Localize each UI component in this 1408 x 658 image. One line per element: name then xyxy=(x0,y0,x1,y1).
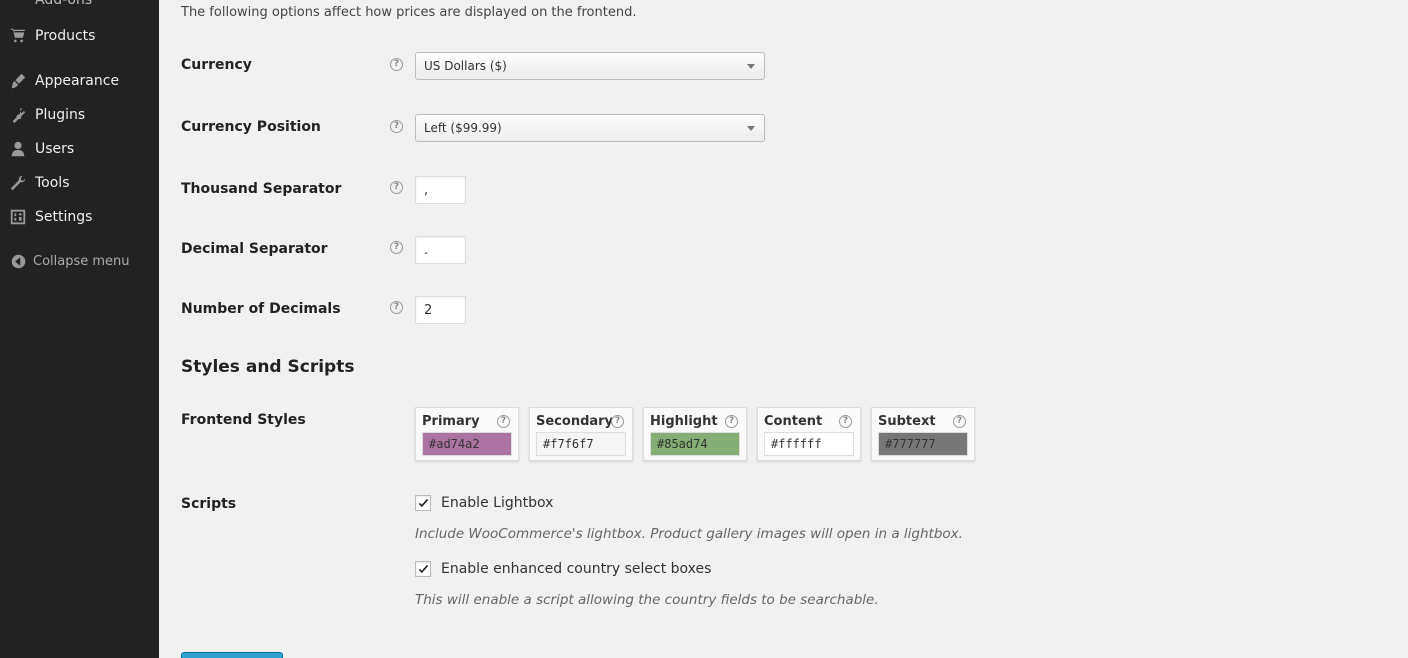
help-icon[interactable]: ? xyxy=(390,301,403,314)
color-picker-secondary: Secondary ? #f7f6f7 xyxy=(529,407,633,461)
color-label: Secondary xyxy=(536,414,614,429)
sidebar-item-label: Plugins xyxy=(35,107,86,123)
currency-position-label: Currency Position xyxy=(181,119,321,135)
enable-lightbox-option[interactable]: Enable Lightbox xyxy=(415,495,553,511)
chevron-down-icon xyxy=(747,126,755,131)
enable-country-select-label: Enable enhanced country select boxes xyxy=(441,561,712,577)
wrench-icon xyxy=(8,173,28,193)
enable-lightbox-checkbox[interactable] xyxy=(415,495,431,511)
color-input[interactable]: #ad74a2 xyxy=(422,432,512,456)
sidebar-item-addons[interactable]: Add-ons xyxy=(0,0,159,17)
enable-country-select-option[interactable]: Enable enhanced country select boxes xyxy=(415,561,711,577)
country-select-description: This will enable a script allowing the c… xyxy=(415,592,879,608)
thousand-separator-input[interactable]: , xyxy=(415,176,466,204)
currency-select-value: US Dollars ($) xyxy=(424,59,507,73)
thousand-separator-label: Thousand Separator xyxy=(181,181,342,197)
currency-position-select-value: Left ($99.99) xyxy=(424,121,502,135)
sidebar-item-label: Appearance xyxy=(35,73,120,89)
scripts-label: Scripts xyxy=(181,496,237,512)
number-of-decimals-input[interactable]: 2 xyxy=(415,296,466,324)
sidebar-item-label: Add-ons xyxy=(35,0,93,8)
color-label: Content xyxy=(764,414,823,429)
help-icon[interactable]: ? xyxy=(497,415,510,428)
color-label: Subtext xyxy=(878,414,936,429)
color-picker-highlight: Highlight ? #85ad74 xyxy=(643,407,747,461)
help-icon[interactable]: ? xyxy=(390,181,403,194)
currency-label: Currency xyxy=(181,57,252,73)
number-of-decimals-label: Number of Decimals xyxy=(181,301,341,317)
sidebar-item-users[interactable]: Users xyxy=(0,132,159,166)
help-icon[interactable]: ? xyxy=(390,58,403,71)
help-icon[interactable]: ? xyxy=(725,415,738,428)
help-icon[interactable]: ? xyxy=(953,415,966,428)
collapse-arrow-icon xyxy=(8,251,28,271)
brush-icon xyxy=(8,71,28,91)
sidebar-item-appearance[interactable]: Appearance xyxy=(0,64,159,98)
chevron-down-icon xyxy=(747,64,755,69)
color-input[interactable]: #ffffff xyxy=(764,432,854,456)
color-label: Highlight xyxy=(650,414,718,429)
currency-select[interactable]: US Dollars ($) xyxy=(415,52,765,80)
checkmark-icon xyxy=(418,564,428,573)
sidebar-item-label: Products xyxy=(35,28,96,44)
lightbox-description: Include WooCommerce's lightbox. Product … xyxy=(415,526,963,542)
color-input[interactable]: #85ad74 xyxy=(650,432,740,456)
help-icon[interactable]: ? xyxy=(390,241,403,254)
user-icon xyxy=(8,139,28,159)
color-input[interactable]: #777777 xyxy=(878,432,968,456)
help-icon[interactable]: ? xyxy=(390,120,403,133)
color-picker-primary: Primary ? #ad74a2 xyxy=(415,407,519,461)
sidebar-item-label: Tools xyxy=(35,175,70,191)
decimal-separator-label: Decimal Separator xyxy=(181,241,328,257)
color-picker-subtext: Subtext ? #777777 xyxy=(871,407,975,461)
settings-icon xyxy=(8,207,28,227)
cart-icon xyxy=(8,26,28,46)
admin-sidebar: Add-ons Products Appearance Plugins User… xyxy=(0,0,159,658)
currency-position-select[interactable]: Left ($99.99) xyxy=(415,114,765,142)
checkmark-icon xyxy=(418,498,428,507)
enable-country-select-checkbox[interactable] xyxy=(415,561,431,577)
collapse-menu-label: Collapse menu xyxy=(33,253,130,269)
sidebar-item-products[interactable]: Products xyxy=(0,19,159,53)
save-changes-button[interactable] xyxy=(181,652,283,658)
section-heading: Styles and Scripts xyxy=(181,357,355,377)
help-icon[interactable]: ? xyxy=(611,415,624,428)
sidebar-item-plugins[interactable]: Plugins xyxy=(0,98,159,132)
section-intro: The following options affect how prices … xyxy=(181,5,637,20)
sidebar-item-tools[interactable]: Tools xyxy=(0,166,159,200)
collapse-menu-button[interactable]: Collapse menu xyxy=(0,244,159,278)
color-input[interactable]: #f7f6f7 xyxy=(536,432,626,456)
frontend-styles-label: Frontend Styles xyxy=(181,412,306,428)
color-label: Primary xyxy=(422,414,480,429)
plug-icon xyxy=(8,105,28,125)
sidebar-item-label: Settings xyxy=(35,209,93,225)
sidebar-item-label: Users xyxy=(35,141,75,157)
help-icon[interactable]: ? xyxy=(839,415,852,428)
color-picker-content: Content ? #ffffff xyxy=(757,407,861,461)
decimal-separator-input[interactable]: . xyxy=(415,236,466,264)
enable-lightbox-label: Enable Lightbox xyxy=(441,495,554,511)
sidebar-item-settings[interactable]: Settings xyxy=(0,200,159,234)
